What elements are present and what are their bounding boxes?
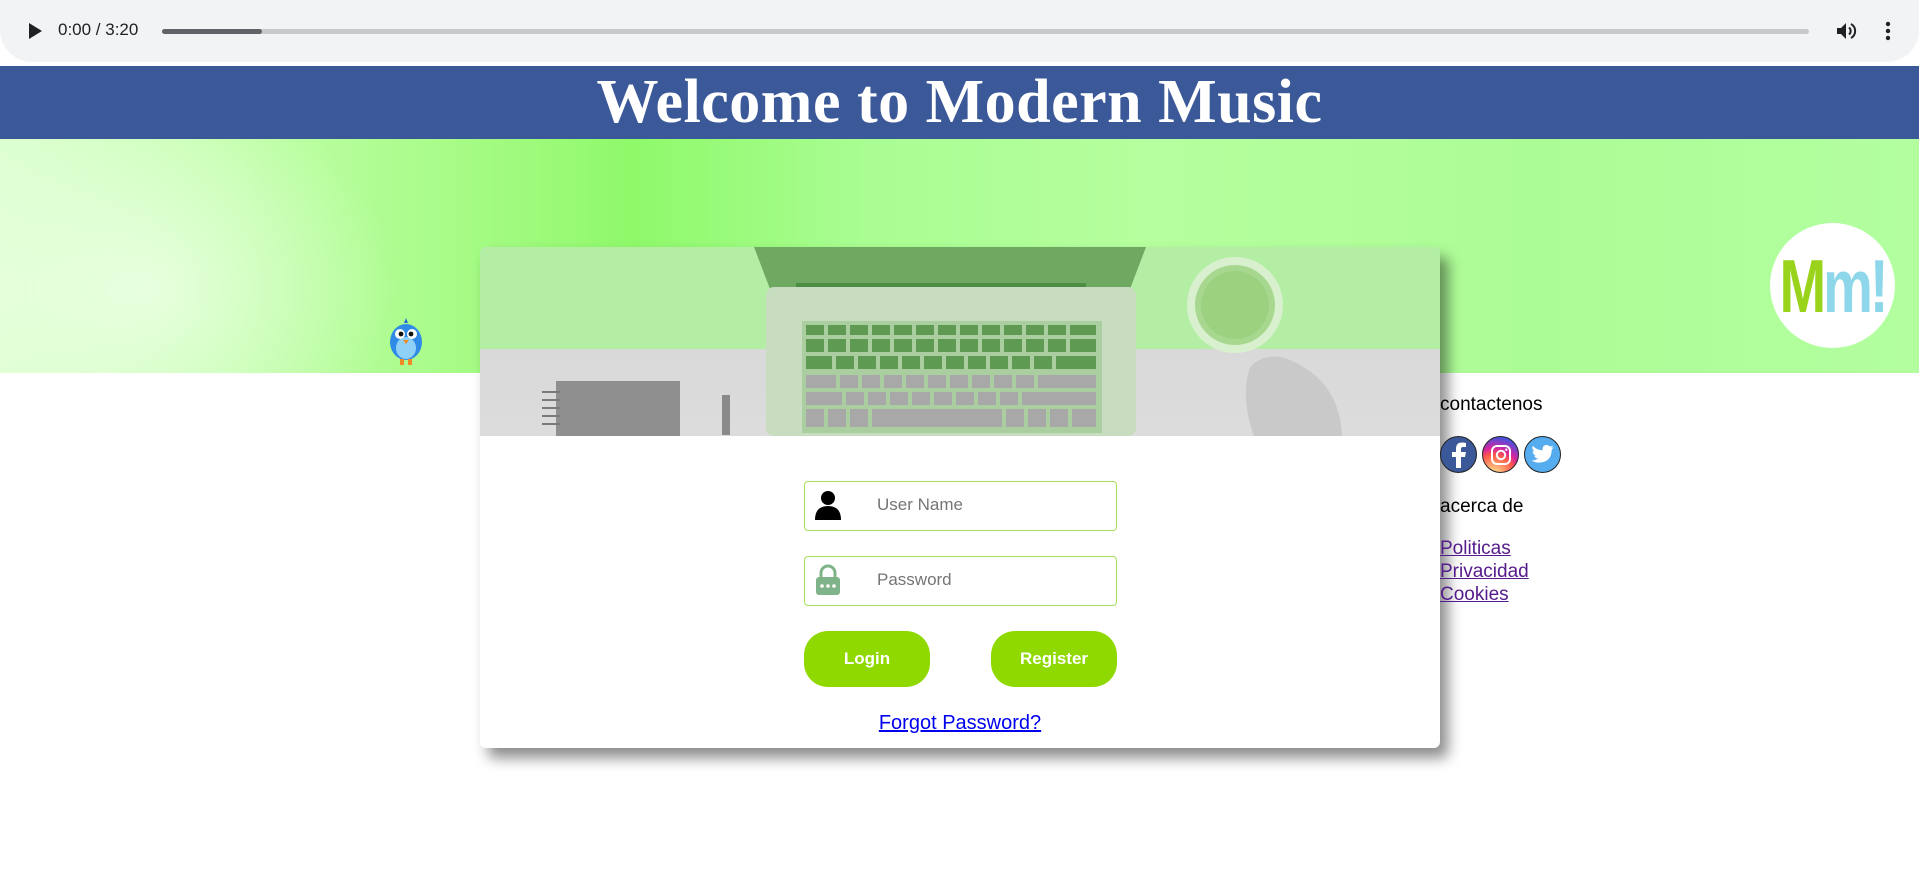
password-field [804, 556, 1117, 606]
social-links [1440, 436, 1561, 473]
link-cookies[interactable]: Cookies [1440, 583, 1529, 606]
username-field [804, 481, 1117, 531]
user-icon [811, 488, 845, 522]
instagram-icon[interactable] [1482, 436, 1519, 473]
register-button[interactable]: Register [991, 631, 1117, 687]
audio-player: 0:00 / 3:20 [0, 0, 1919, 62]
site-header: Welcome to Modern Music [0, 66, 1919, 139]
login-button[interactable]: Login [804, 631, 930, 687]
link-privacidad[interactable]: Privacidad [1440, 560, 1529, 583]
username-input[interactable] [877, 482, 1113, 528]
card-banner-image [480, 247, 1440, 436]
logo-letter-m: M [1779, 242, 1826, 329]
play-icon[interactable] [22, 19, 46, 43]
volume-icon[interactable] [1834, 19, 1858, 43]
login-card: Login Register Forgot Password? [480, 247, 1440, 748]
lock-icon [811, 563, 845, 597]
logo-letter-m-small: m [1823, 242, 1873, 329]
policy-links: Politicas Privacidad Cookies [1440, 537, 1529, 606]
more-vert-icon[interactable] [1876, 19, 1900, 43]
progress-bar[interactable] [162, 29, 1809, 34]
logo-exclamation: ! [1869, 242, 1889, 329]
contact-heading: contactenos [1440, 394, 1543, 415]
time-display: 0:00 / 3:20 [58, 20, 139, 39]
forgot-password-link[interactable]: Forgot Password? [480, 712, 1440, 735]
bird-mascot-icon [386, 316, 426, 368]
twitter-icon[interactable] [1524, 436, 1561, 473]
page-title: Welcome to Modern Music [596, 68, 1323, 136]
progress-buffered [162, 29, 263, 34]
hero-glow [0, 139, 400, 373]
password-input[interactable] [877, 557, 1113, 603]
brand-logo: M m ! [1770, 223, 1895, 348]
about-heading: acerca de [1440, 496, 1524, 517]
facebook-icon[interactable] [1440, 436, 1477, 473]
link-politicas[interactable]: Politicas [1440, 537, 1529, 560]
